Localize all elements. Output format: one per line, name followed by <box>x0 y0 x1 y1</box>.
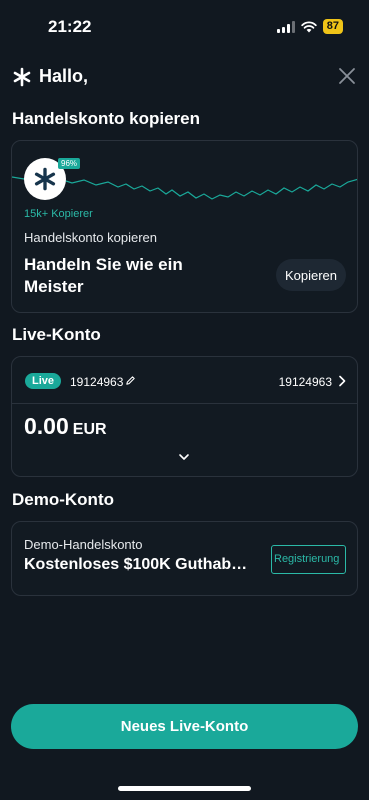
copy-button[interactable]: Kopieren <box>275 259 346 291</box>
edit-icon[interactable] <box>125 375 136 386</box>
live-section-title: Live-Konto <box>12 325 101 344</box>
greeting-text: Hallo, <box>39 66 89 86</box>
trader-logo-icon <box>34 167 56 191</box>
copiers-count: 15k+ Kopierer <box>24 208 93 220</box>
status-icons: 87 <box>276 19 343 34</box>
balance-value: 0.00 <box>24 413 69 439</box>
home-indicator <box>118 786 251 791</box>
battery-icon: 87 <box>322 19 343 34</box>
account-row[interactable]: Live 19124963 19124963 <box>12 357 357 404</box>
balance: 0.00 EUR <box>24 413 107 440</box>
status-time: 21:22 <box>48 17 92 36</box>
chevron-down-icon[interactable] <box>178 453 190 461</box>
greeting-row: Hallo, <box>12 66 88 87</box>
demo-section-title: Demo-Konto <box>12 490 114 509</box>
signal-icon <box>276 20 295 33</box>
chevron-right-icon[interactable] <box>338 375 346 387</box>
copy-card-subtitle: Handelskonto kopieren <box>24 230 157 245</box>
selected-account-number: 19124963 <box>278 375 332 389</box>
logo-icon <box>13 67 31 86</box>
live-badge: Live <box>25 373 62 389</box>
balance-currency: EUR <box>72 421 107 438</box>
demo-card-subtitle: Demo-Handelskonto <box>24 537 143 552</box>
copy-trading-card[interactable]: 96% 15k+ Kopierer Handelskonto kopieren … <box>11 140 358 313</box>
register-button[interactable]: Registrierung <box>271 545 346 574</box>
account-number: 19124963 <box>70 375 124 389</box>
new-live-account-button[interactable]: Neues Live-Konto <box>11 704 358 749</box>
demo-account-card[interactable]: Demo-Handelskonto Kostenloses $100K Guth… <box>11 521 358 596</box>
performance-badge: 96% <box>58 158 81 169</box>
status-bar: 21:22 87 <box>0 0 369 50</box>
live-account-card: Live 19124963 19124963 0.00 EUR <box>11 356 358 477</box>
close-icon[interactable] <box>337 66 357 86</box>
copy-card-headline: Handeln Sie wie ein Meister <box>24 255 183 296</box>
copy-section-title: Handelskonto kopieren <box>12 109 200 128</box>
wifi-icon <box>301 20 317 32</box>
demo-card-headline: Kostenloses $100K Guthab… <box>24 556 248 573</box>
